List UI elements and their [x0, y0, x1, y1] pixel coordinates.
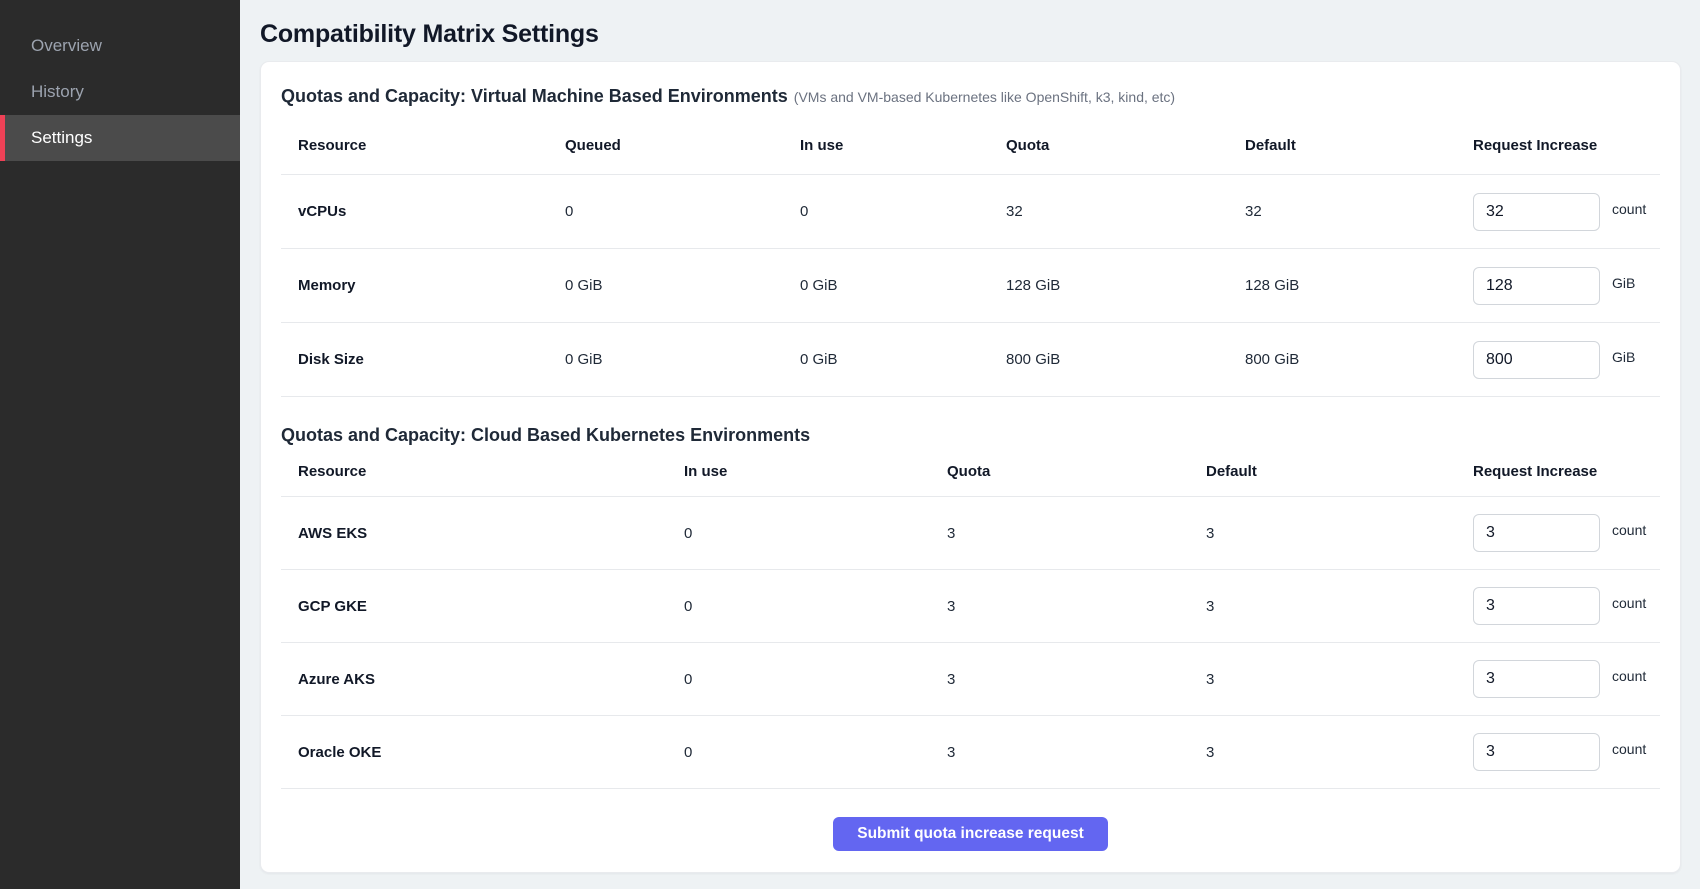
section-vm-quotas: Quotas and Capacity: Virtual Machine Bas… — [281, 84, 1660, 397]
table-header-row: ResourceIn useQuotaDefaultRequest Increa… — [281, 447, 1660, 497]
cell-value: 0 GiB — [565, 277, 800, 294]
cell-value: 32 — [1006, 203, 1245, 220]
section-heading: Quotas and Capacity: Virtual Machine Bas… — [281, 84, 1660, 109]
column-header: Default — [1206, 463, 1473, 480]
request-increase-cell: count — [1473, 660, 1660, 698]
cell-value: 0 GiB — [800, 277, 1006, 294]
cell-value: 3 — [1206, 671, 1473, 688]
unit-label: GiB — [1612, 275, 1635, 291]
table-row: Oracle OKE033count — [281, 716, 1660, 789]
request-increase-cell: GiB — [1473, 341, 1660, 379]
quota-input[interactable] — [1473, 193, 1600, 231]
submit-quota-button[interactable]: Submit quota increase request — [833, 817, 1108, 851]
table-row: Disk Size0 GiB0 GiB800 GiB800 GiBGiB — [281, 323, 1660, 397]
cell-value: 3 — [947, 525, 1206, 542]
resource-name: Azure AKS — [281, 671, 684, 688]
unit-label: count — [1612, 595, 1646, 611]
sidebar-item-settings[interactable]: Settings — [0, 115, 240, 161]
request-increase-cell: count — [1473, 193, 1660, 231]
cell-value: 0 — [684, 671, 947, 688]
table-row: AWS EKS033count — [281, 497, 1660, 570]
table-row: Memory0 GiB0 GiB128 GiB128 GiBGiB — [281, 249, 1660, 323]
column-header: Resource — [281, 463, 684, 480]
cloud-quota-table: ResourceIn useQuotaDefaultRequest Increa… — [281, 447, 1660, 789]
resource-name: GCP GKE — [281, 598, 684, 615]
cell-value: 128 GiB — [1245, 277, 1473, 294]
section-subtitle: (VMs and VM-based Kubernetes like OpenSh… — [794, 89, 1175, 105]
cell-value: 128 GiB — [1006, 277, 1245, 294]
section-title: Quotas and Capacity: Virtual Machine Bas… — [281, 86, 788, 106]
unit-label: count — [1612, 201, 1646, 217]
actions-bar: Submit quota increase request — [281, 817, 1660, 851]
main-content: Compatibility Matrix Settings Quotas and… — [240, 0, 1700, 889]
quota-input[interactable] — [1473, 514, 1600, 552]
column-header: In use — [684, 463, 947, 480]
section-cloud-quotas: Quotas and Capacity: Cloud Based Kuberne… — [281, 423, 1660, 789]
quota-input[interactable] — [1473, 660, 1600, 698]
table-row: GCP GKE033count — [281, 570, 1660, 643]
unit-label: GiB — [1612, 349, 1635, 365]
cell-value: 3 — [947, 744, 1206, 761]
vm-quota-table: ResourceQueuedIn useQuotaDefaultRequest … — [281, 117, 1660, 397]
table-header-row: ResourceQueuedIn useQuotaDefaultRequest … — [281, 117, 1660, 175]
column-header: Request Increase — [1473, 463, 1660, 480]
unit-label: count — [1612, 668, 1646, 684]
table-row: Azure AKS033count — [281, 643, 1660, 716]
cell-value: 0 — [684, 598, 947, 615]
sidebar-item-label: Overview — [31, 36, 102, 56]
quota-input[interactable] — [1473, 267, 1600, 305]
cell-value: 0 — [684, 744, 947, 761]
page-title: Compatibility Matrix Settings — [260, 18, 1684, 61]
section-title: Quotas and Capacity: Cloud Based Kuberne… — [281, 425, 810, 445]
request-increase-cell: count — [1473, 587, 1660, 625]
sidebar-item-history[interactable]: History — [0, 69, 240, 115]
column-header: Resource — [281, 137, 565, 154]
cell-value: 800 GiB — [1006, 351, 1245, 368]
cell-value: 0 GiB — [565, 351, 800, 368]
cell-value: 0 — [800, 203, 1006, 220]
cell-value: 3 — [947, 671, 1206, 688]
request-increase-cell: count — [1473, 514, 1660, 552]
sidebar-item-label: History — [31, 82, 84, 102]
table-row: vCPUs003232count — [281, 175, 1660, 249]
column-header: Default — [1245, 137, 1473, 154]
sidebar-nav: Overview History Settings — [0, 0, 240, 161]
cell-value: 32 — [1245, 203, 1473, 220]
quota-input[interactable] — [1473, 587, 1600, 625]
column-header: Queued — [565, 137, 800, 154]
unit-label: count — [1612, 741, 1646, 757]
sidebar: Overview History Settings — [0, 0, 240, 889]
resource-name: AWS EKS — [281, 525, 684, 542]
section-heading: Quotas and Capacity: Cloud Based Kuberne… — [281, 423, 1660, 447]
settings-card: Quotas and Capacity: Virtual Machine Bas… — [260, 61, 1681, 873]
sidebar-item-label: Settings — [31, 128, 92, 148]
column-header: Quota — [1006, 137, 1245, 154]
resource-name: Oracle OKE — [281, 744, 684, 761]
resource-name: vCPUs — [281, 203, 565, 220]
column-header: Quota — [947, 463, 1206, 480]
request-increase-cell: count — [1473, 733, 1660, 771]
resource-name: Disk Size — [281, 351, 565, 368]
quota-input[interactable] — [1473, 733, 1600, 771]
unit-label: count — [1612, 522, 1646, 538]
cell-value: 3 — [1206, 744, 1473, 761]
cell-value: 3 — [1206, 525, 1473, 542]
cell-value: 0 — [565, 203, 800, 220]
column-header: Request Increase — [1473, 137, 1660, 154]
request-increase-cell: GiB — [1473, 267, 1660, 305]
column-header: In use — [800, 137, 1006, 154]
cell-value: 3 — [947, 598, 1206, 615]
sidebar-item-overview[interactable]: Overview — [0, 23, 240, 69]
cell-value: 3 — [1206, 598, 1473, 615]
quota-input[interactable] — [1473, 341, 1600, 379]
resource-name: Memory — [281, 277, 565, 294]
cell-value: 0 GiB — [800, 351, 1006, 368]
cell-value: 0 — [684, 525, 947, 542]
cell-value: 800 GiB — [1245, 351, 1473, 368]
